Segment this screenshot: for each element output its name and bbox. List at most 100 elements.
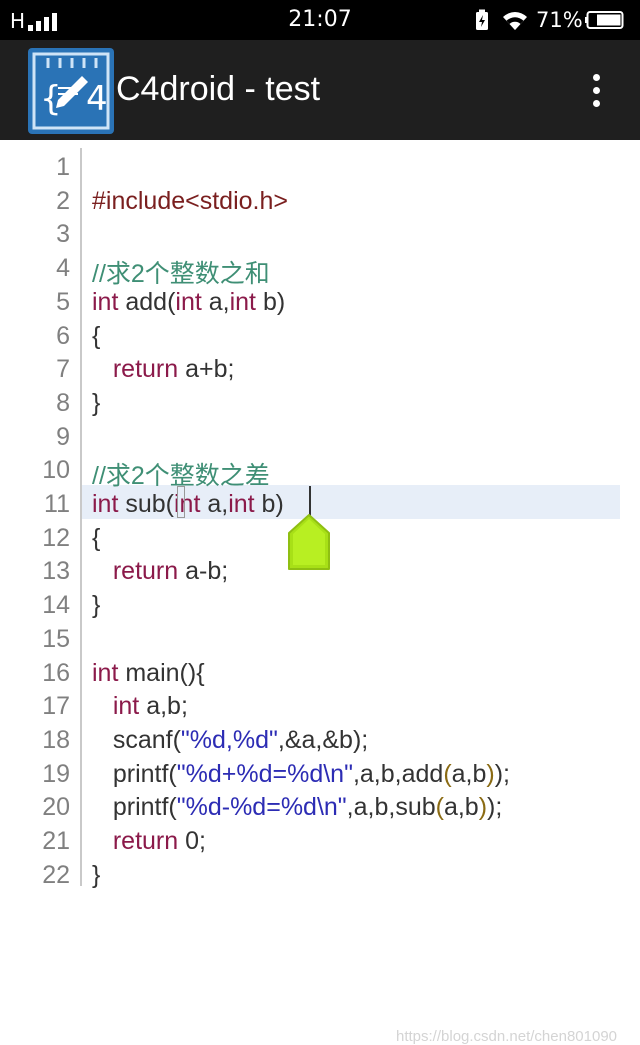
- code-token: "%d+%d=%d\n": [176, 759, 353, 788]
- line-number: 17: [42, 692, 70, 721]
- code-token: int: [175, 287, 202, 316]
- code-token: a-b;: [178, 557, 229, 586]
- code-text: scanf("%d,%d",&a,&b);: [92, 726, 368, 755]
- battery-icon: [585, 11, 624, 29]
- code-line[interactable]: 4//求2个整数之和: [0, 249, 640, 288]
- watermark: https://blog.csdn.net/chen801090: [396, 1028, 618, 1045]
- matching-bracket-marker: [177, 486, 185, 518]
- status-bar: H 21:07 71%: [0, 0, 640, 40]
- wifi-icon: [503, 12, 527, 31]
- code-line[interactable]: 18 scanf("%d,%d",&a,&b);: [0, 721, 640, 755]
- code-line[interactable]: 8}: [0, 384, 640, 418]
- line-number: 7: [56, 355, 70, 384]
- line-number: 20: [42, 793, 70, 822]
- code-token: }: [92, 591, 101, 620]
- code-text: return 0;: [92, 827, 206, 856]
- line-number: 18: [42, 725, 70, 754]
- line-number: 3: [56, 220, 70, 249]
- code-text: int a,b;: [92, 692, 188, 721]
- code-text: int sub(int a,int b): [92, 490, 284, 519]
- line-number: 21: [42, 827, 70, 855]
- code-token: a+b;: [178, 355, 235, 384]
- code-token: (: [443, 759, 452, 788]
- code-token: printf(: [92, 793, 177, 822]
- line-number: 13: [42, 557, 70, 586]
- code-editor[interactable]: 1 2 #include<stdio.h> 3 4//求2个整数之和 5 int add(i…: [0, 140, 640, 1045]
- line-number: 2: [56, 186, 70, 215]
- app-toolbar: { 4 C4droid - test: [0, 40, 640, 140]
- code-token: scanf(: [92, 725, 181, 754]
- line-number: 1: [56, 153, 70, 181]
- code-token: "%d-%d=%d\n": [176, 793, 347, 822]
- line-number: 19: [42, 759, 70, 788]
- line-number: 6: [56, 321, 70, 350]
- code-line[interactable]: 7 return a+b;: [0, 350, 640, 384]
- code-token: a,b: [443, 793, 479, 822]
- code-line[interactable]: 16 int main(){: [0, 654, 640, 688]
- code-token: b): [256, 287, 286, 316]
- more-vert-icon[interactable]: [584, 74, 610, 108]
- code-text: printf("%d-%d=%d\n",a,b,sub(a,b));: [92, 793, 503, 822]
- line-number: 14: [42, 591, 70, 620]
- code-text: printf("%d+%d=%d\n",a,b,add(a,b));: [92, 760, 510, 789]
- code-text: return a+b;: [92, 355, 235, 384]
- code-line[interactable]: 3: [0, 215, 640, 249]
- code-token: "%d,%d": [180, 725, 278, 754]
- code-token: a,b: [451, 759, 487, 788]
- line-number: 15: [42, 624, 70, 653]
- code-token: {: [92, 321, 101, 350]
- line-number: 9: [56, 422, 70, 451]
- code-token: ,&a,&b);: [277, 725, 369, 754]
- code-text: }: [92, 591, 100, 620]
- code-line[interactable]: 21 return 0;: [0, 822, 640, 856]
- code-token: ): [486, 759, 495, 788]
- code-token: add(: [118, 287, 176, 316]
- line-number: 16: [42, 658, 70, 687]
- code-token: a,: [200, 490, 229, 518]
- code-token: main(){: [118, 658, 205, 687]
- code-token: int: [92, 490, 119, 518]
- code-text: return a-b;: [92, 557, 228, 586]
- code-line[interactable]: 22}: [0, 856, 640, 890]
- line-number: 11: [44, 490, 70, 518]
- code-line[interactable]: 10//求2个整数之差: [0, 451, 640, 490]
- code-token: }: [92, 860, 101, 889]
- code-text: int main(){: [92, 659, 205, 688]
- code-token: {: [92, 523, 101, 552]
- code-token: int: [92, 658, 119, 687]
- code-line[interactable]: 2 #include<stdio.h>: [0, 182, 640, 216]
- code-line[interactable]: 15: [0, 620, 640, 654]
- code-token: );: [494, 759, 511, 788]
- code-token: a,: [201, 287, 230, 316]
- code-line[interactable]: 20 printf("%d-%d=%d\n",a,b,sub(a,b));: [0, 788, 640, 822]
- line-number: 12: [42, 523, 70, 552]
- code-text: int add(int a,int b): [92, 288, 285, 317]
- line-number: 22: [42, 860, 70, 889]
- code-line[interactable]: 19 printf("%d+%d=%d\n",a,b,add(a,b));: [0, 755, 640, 789]
- code-line[interactable]: 9: [0, 418, 640, 452]
- code-line[interactable]: 6{: [0, 317, 640, 351]
- svg-text:{: {: [40, 79, 62, 119]
- code-token: ): [478, 793, 488, 822]
- code-line[interactable]: 5 int add(int a,int b): [0, 283, 640, 317]
- code-token: }: [92, 388, 101, 417]
- battery-percent: 71%: [536, 8, 583, 32]
- battery-saver-icon: [476, 9, 488, 30]
- code-line[interactable]: 17 int a,b;: [0, 687, 640, 721]
- code-text: #include<stdio.h>: [92, 187, 288, 216]
- code-line[interactable]: 14}: [0, 586, 640, 620]
- code-token: int: [92, 287, 119, 316]
- code-token: b): [254, 490, 284, 518]
- code-token: int: [228, 490, 255, 518]
- code-token: a,b;: [139, 692, 188, 721]
- code-token: int: [112, 692, 140, 721]
- code-line[interactable]: 1: [0, 148, 640, 182]
- c4droid-logo-icon: { 4: [28, 48, 114, 134]
- cursor-handle-icon[interactable]: [286, 513, 332, 573]
- code-token: int: [229, 287, 256, 316]
- code-token: return: [112, 355, 179, 384]
- code-token: return: [112, 827, 179, 855]
